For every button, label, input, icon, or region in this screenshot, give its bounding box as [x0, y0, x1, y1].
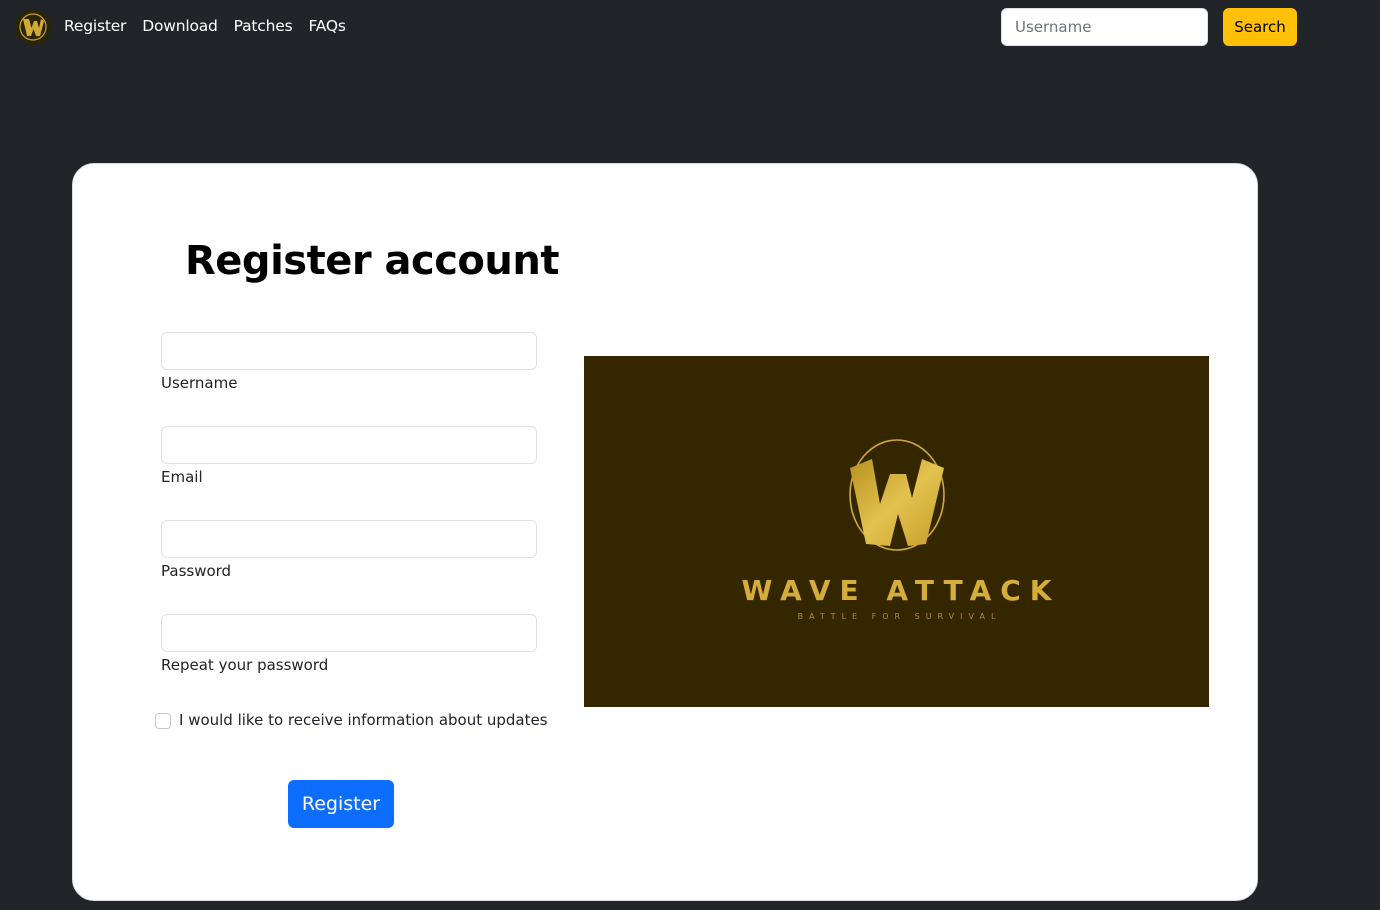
nav-link-download[interactable]: Download — [142, 17, 218, 35]
top-navbar: Register Download Patches FAQs Search — [0, 0, 1380, 56]
nav-link-patches[interactable]: Patches — [234, 17, 293, 35]
page-title: Register account — [185, 238, 559, 284]
updates-checkbox[interactable] — [155, 713, 171, 729]
password-field[interactable] — [161, 520, 537, 558]
search-button[interactable]: Search — [1223, 8, 1297, 46]
username-field[interactable] — [161, 332, 537, 370]
username-label: Username — [161, 374, 238, 392]
repeat-password-field[interactable] — [161, 614, 537, 652]
password-label: Password — [161, 562, 232, 580]
email-label: Email — [161, 468, 203, 486]
register-card: Register account Username Email Password… — [72, 163, 1258, 901]
wave-attack-emblem-icon — [849, 439, 945, 551]
nav-link-register[interactable]: Register — [64, 17, 126, 35]
nav-link-faqs[interactable]: FAQs — [308, 17, 346, 35]
register-button[interactable]: Register — [288, 780, 394, 828]
wave-attack-banner: WAVE ATTACK BATTLE FOR SURVIVAL — [584, 356, 1209, 707]
banner-title: WAVE ATTACK — [741, 574, 1061, 607]
search-input[interactable] — [1001, 8, 1208, 46]
wave-attack-logo-icon[interactable] — [15, 9, 51, 45]
nav-links: Register Download Patches FAQs — [64, 17, 346, 35]
banner-tagline: BATTLE FOR SURVIVAL — [797, 612, 1002, 621]
updates-checkbox-label: I would like to receive information abou… — [179, 711, 548, 729]
repeat-password-label: Repeat your password — [161, 656, 329, 674]
email-field[interactable] — [161, 426, 537, 464]
